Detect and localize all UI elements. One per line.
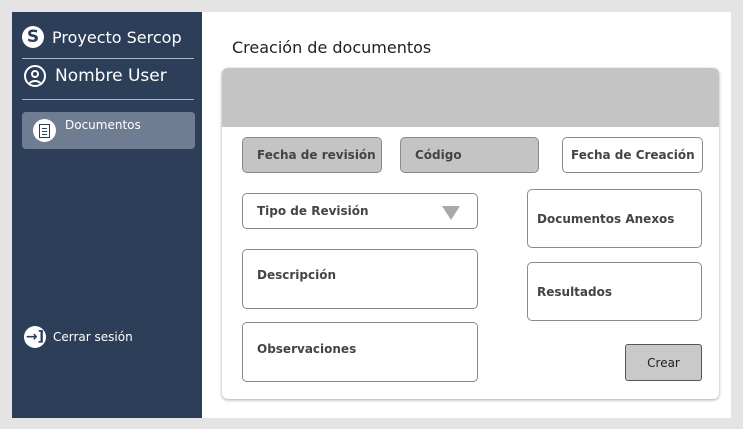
- crear-button[interactable]: Crear: [625, 344, 702, 381]
- observaciones-field[interactable]: Observaciones: [242, 322, 478, 382]
- sidebar-divider: [22, 58, 194, 59]
- codigo-label: Código: [415, 148, 462, 162]
- user-avatar-icon: [24, 65, 46, 87]
- sidebar-item-label: Documentos: [65, 118, 141, 132]
- logout-button[interactable]: →] Cerrar sesión: [24, 326, 133, 348]
- user-name: Nombre User: [55, 66, 167, 86]
- card-header: [222, 68, 719, 127]
- brand-logo-icon: S: [22, 26, 44, 48]
- descripcion-label: Descripción: [257, 268, 336, 282]
- sidebar-divider: [22, 99, 194, 100]
- brand: S Proyecto Sercop: [22, 26, 182, 48]
- user-profile[interactable]: Nombre User: [24, 65, 167, 87]
- sidebar: S Proyecto Sercop Nombre User Documentos…: [12, 12, 202, 418]
- page-title: Creación de documentos: [232, 38, 432, 57]
- logout-label: Cerrar sesión: [53, 330, 133, 344]
- resultados-label: Resultados: [537, 284, 612, 299]
- main-panel: Creación de documentos Fecha de revisión…: [202, 12, 731, 418]
- fecha-revision-field[interactable]: Fecha de revisión: [242, 137, 382, 173]
- documentos-anexos-label: Documentos Anexos: [537, 211, 675, 226]
- documentos-anexos-field[interactable]: Documentos Anexos: [527, 189, 702, 248]
- logout-icon: →]: [24, 326, 46, 348]
- document-icon: [33, 119, 56, 142]
- fecha-revision-label: Fecha de revisión: [257, 148, 376, 162]
- descripcion-field[interactable]: Descripción: [242, 249, 478, 309]
- resultados-field[interactable]: Resultados: [527, 262, 702, 321]
- fecha-creacion-label: Fecha de Creación: [571, 148, 695, 162]
- fecha-creacion-field[interactable]: Fecha de Creación: [562, 137, 703, 173]
- codigo-field[interactable]: Código: [400, 137, 539, 173]
- chevron-down-icon: [442, 206, 460, 220]
- document-form-card: Fecha de revisión Código Fecha de Creaci…: [222, 68, 719, 399]
- observaciones-label: Observaciones: [257, 342, 357, 356]
- sidebar-item-documentos[interactable]: Documentos: [22, 112, 195, 149]
- brand-name: Proyecto Sercop: [52, 27, 182, 47]
- tipo-revision-label: Tipo de Revisión: [257, 204, 369, 218]
- tipo-revision-select[interactable]: Tipo de Revisión: [242, 193, 478, 229]
